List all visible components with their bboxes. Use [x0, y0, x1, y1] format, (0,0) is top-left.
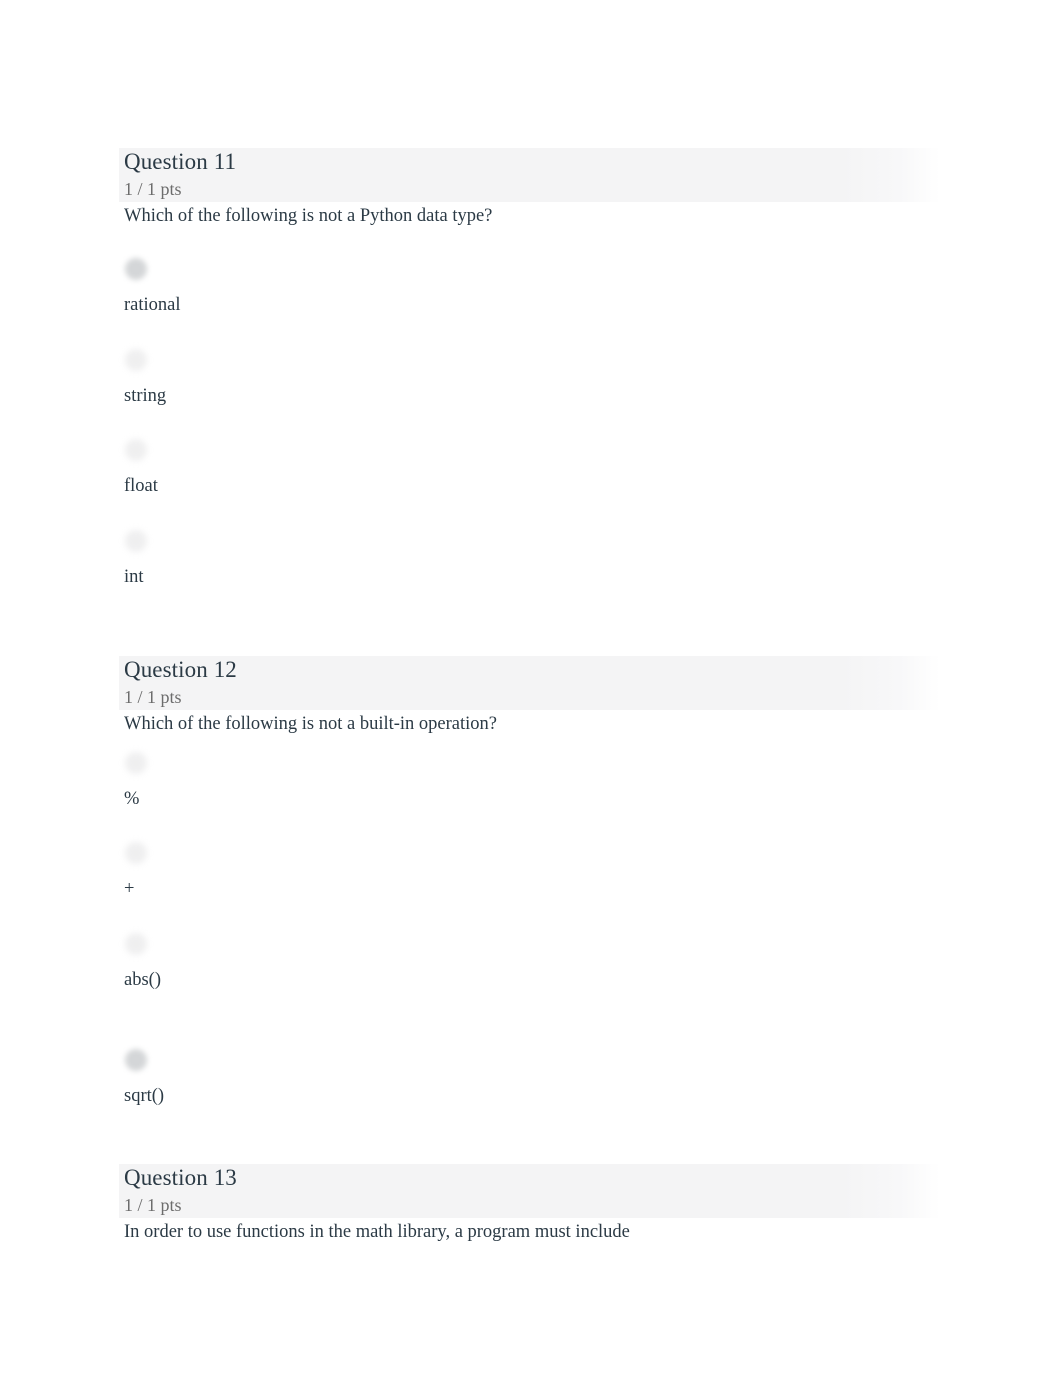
question-header-band: Question 13 1 / 1 pts	[119, 1164, 940, 1218]
answer-option[interactable]: rational	[119, 258, 939, 348]
question-header-band: Question 12 1 / 1 pts	[119, 656, 940, 710]
question-points: 1 / 1 pts	[124, 179, 182, 199]
question-title: Question 12	[124, 657, 237, 682]
answer-option[interactable]: %	[119, 752, 939, 842]
question-block-12: Question 12 1 / 1 pts Which of the follo…	[119, 656, 949, 1106]
answer-option[interactable]: string	[119, 349, 939, 439]
answer-label: +	[124, 879, 135, 899]
question-prompt: In order to use functions in the math li…	[124, 1222, 630, 1242]
radio-button-icon[interactable]	[125, 752, 147, 774]
answer-option[interactable]: +	[119, 842, 939, 932]
question-prompt: Which of the following is not a Python d…	[124, 206, 493, 226]
answer-label: sqrt()	[124, 1086, 165, 1106]
answer-option[interactable]: abs()	[119, 933, 939, 1023]
radio-button-icon[interactable]	[125, 1049, 147, 1071]
answer-option[interactable]: sqrt()	[119, 1049, 939, 1139]
radio-button-icon[interactable]	[125, 933, 147, 955]
answer-label: int	[124, 567, 144, 587]
question-title: Question 13	[124, 1165, 237, 1190]
radio-button-icon[interactable]	[125, 530, 147, 552]
answer-option[interactable]: int	[119, 530, 939, 620]
radio-button-icon[interactable]	[125, 349, 147, 371]
answer-label: %	[124, 789, 140, 809]
quiz-results-page: Question 11 1 / 1 pts Which of the follo…	[0, 0, 1062, 1377]
question-header-band: Question 11 1 / 1 pts	[119, 148, 940, 202]
radio-button-icon[interactable]	[125, 842, 147, 864]
radio-button-icon[interactable]	[125, 258, 147, 280]
question-title: Question 11	[124, 149, 237, 174]
question-points: 1 / 1 pts	[124, 1195, 182, 1215]
radio-button-icon[interactable]	[125, 439, 147, 461]
question-block-11: Question 11 1 / 1 pts Which of the follo…	[119, 148, 949, 587]
answer-option[interactable]: float	[119, 439, 939, 529]
question-points: 1 / 1 pts	[124, 687, 182, 707]
question-prompt: Which of the following is not a built-in…	[124, 714, 497, 734]
question-block-13: Question 13 1 / 1 pts In order to use fu…	[119, 1164, 949, 1242]
answer-label: abs()	[124, 970, 161, 990]
answer-label: string	[124, 386, 167, 406]
answer-label: float	[124, 476, 158, 496]
answer-label: rational	[124, 295, 181, 315]
